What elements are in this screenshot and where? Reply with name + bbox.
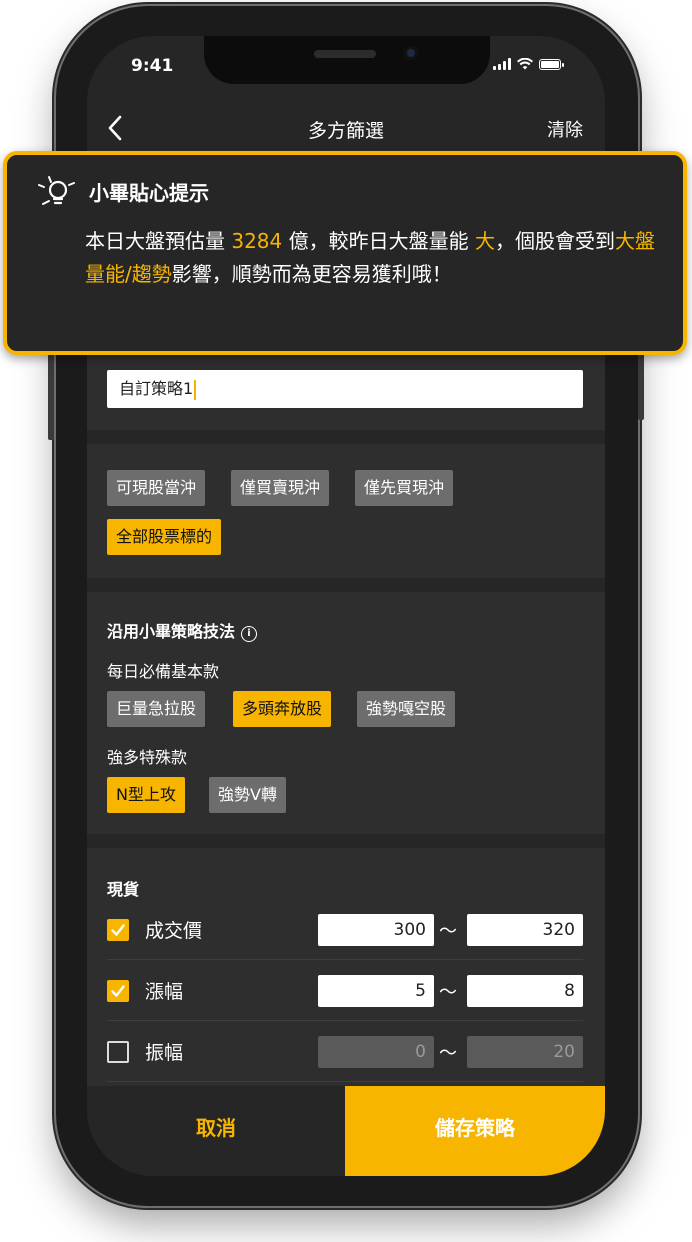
chip-trade-type[interactable]: 可現股當沖: [107, 470, 206, 506]
min-input[interactable]: 0: [318, 1036, 434, 1068]
daily-basics-title: 每日必備基本款: [107, 662, 220, 681]
chip-strategy[interactable]: 強勢V轉: [209, 777, 286, 813]
divider: [107, 1081, 583, 1082]
max-input[interactable]: 8: [467, 975, 583, 1007]
wifi-icon: [517, 58, 533, 70]
battery-icon: [539, 58, 564, 70]
text-caret: [194, 379, 197, 400]
lightbulb-icon: [38, 176, 75, 205]
chip-strategy[interactable]: 多頭奔放股: [233, 691, 332, 727]
tip-body: 本日大盤預估量 3284 億，較昨日大盤量能 大，個股會受到大盤量能/趨勢影響，…: [85, 229, 655, 286]
nav-bar: 多方篩選 清除: [87, 108, 605, 150]
page-title: 多方篩選: [307, 120, 384, 142]
chip-strategy[interactable]: 巨量急拉股: [107, 691, 206, 727]
strategy-section-title: 沿用小畢策略技法 i: [107, 618, 258, 642]
tip-title: 小畢貼心提示: [89, 181, 209, 205]
filter-label: 漲幅: [145, 981, 184, 1003]
max-input[interactable]: 20: [467, 1036, 583, 1068]
range-separator: ～: [439, 921, 457, 942]
chip-strategy[interactable]: N型上攻: [107, 777, 185, 813]
signal-icon: [493, 58, 511, 70]
status-time: 9:41: [131, 56, 174, 76]
info-icon[interactable]: i: [241, 626, 258, 642]
checkbox-checked[interactable]: [107, 980, 129, 1002]
divider: [107, 1020, 583, 1021]
front-camera: [404, 46, 418, 60]
chip-trade-type[interactable]: 全部股票標的: [107, 519, 222, 555]
special-title: 強多特殊款: [107, 748, 188, 767]
spot-section-title: 現貨: [107, 880, 140, 899]
status-icons: [493, 58, 564, 70]
chip-trade-type[interactable]: 僅先買現沖: [355, 470, 454, 506]
check-icon: [111, 985, 125, 997]
trade-type-panel: [87, 444, 605, 578]
chip-strategy[interactable]: 強勢嘎空股: [357, 691, 456, 727]
range-separator: ～: [439, 1043, 457, 1064]
checkbox-unchecked[interactable]: [107, 1041, 129, 1063]
divider: [107, 959, 583, 960]
tip-level: 大: [474, 229, 495, 253]
strategy-name-value: 自訂策略1: [119, 379, 194, 398]
range-separator: ～: [439, 982, 457, 1003]
phone-notch: [204, 36, 490, 84]
strategy-name-input[interactable]: 自訂策略1: [107, 370, 583, 408]
checkbox-checked[interactable]: [107, 919, 129, 941]
max-input[interactable]: 320: [467, 914, 583, 946]
min-input[interactable]: 300: [318, 914, 434, 946]
tip-callout: 小畢貼心提示 本日大盤預估量 3284 億，較昨日大盤量能 大，個股會受到大盤量…: [3, 151, 687, 355]
speaker-grille: [314, 50, 376, 58]
filter-label: 成交價: [145, 920, 203, 942]
check-icon: [111, 924, 125, 936]
cancel-button[interactable]: 取消: [87, 1086, 345, 1176]
filter-label: 振幅: [145, 1042, 184, 1064]
save-strategy-button[interactable]: 儲存策略: [345, 1086, 605, 1176]
chip-trade-type[interactable]: 僅買賣現沖: [231, 470, 330, 506]
tip-volume: 3284: [231, 229, 283, 253]
phone-side-button: [48, 340, 54, 440]
clear-button[interactable]: 清除: [547, 116, 583, 142]
min-input[interactable]: 5: [318, 975, 434, 1007]
